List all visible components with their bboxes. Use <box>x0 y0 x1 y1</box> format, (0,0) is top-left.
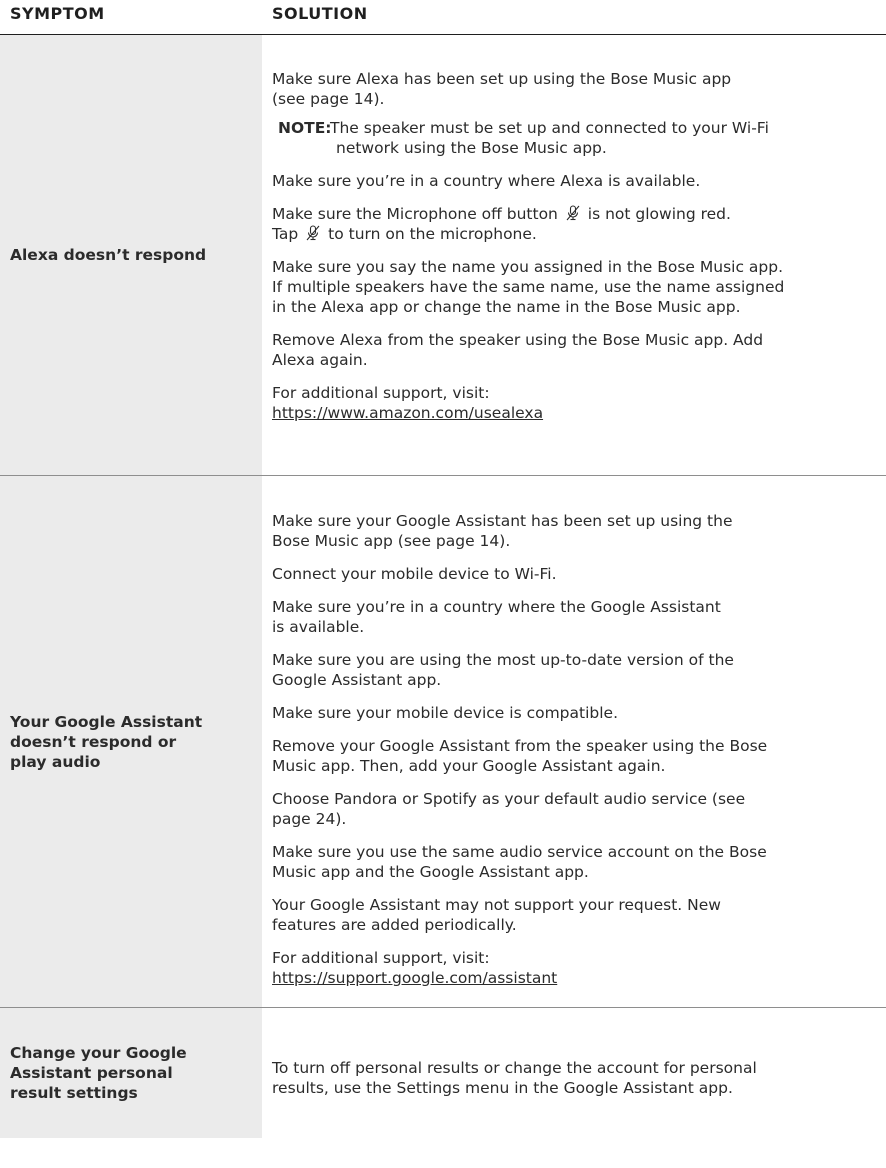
solution-item: Your Google Assistant may not support yo… <box>272 896 721 934</box>
solution-item: Make sure your Google Assistant has been… <box>272 512 733 550</box>
solution-item: For additional support, visit: https://s… <box>272 949 558 987</box>
table-row-alexa: Alexa doesn’t respond Make sure Alexa ha… <box>0 35 886 476</box>
solution-item: Remove your Google Assistant from the sp… <box>272 737 768 775</box>
note-text: The speaker must be set up and connected… <box>330 119 769 157</box>
table-header: SYMPTOM SOLUTION <box>0 0 886 35</box>
solution-item: Make sure Alexa has been set up using th… <box>272 70 732 108</box>
solution-cell: Make sure your Google Assistant has been… <box>262 476 886 1007</box>
symptom-column-header: SYMPTOM <box>10 4 105 23</box>
note-label: NOTE: <box>278 119 332 137</box>
symptom-cell: Alexa doesn’t respond <box>0 35 262 475</box>
solution-item: Remove Alexa from the speaker using the … <box>272 331 764 369</box>
solution-item: Make sure the Microphone off button is n… <box>272 205 731 243</box>
microphone-off-icon <box>566 205 580 221</box>
solution-item: Make sure you’re in a country where Alex… <box>272 172 701 190</box>
solution-item: To turn off personal results or change t… <box>272 1059 757 1097</box>
solution-item: Make sure you’re in a country where the … <box>272 598 721 636</box>
solution-item: Make sure you use the same audio service… <box>272 843 767 881</box>
symptom-cell: Change your Google Assistant personal re… <box>0 1008 262 1138</box>
symptom-text: Alexa doesn’t respond <box>10 246 207 264</box>
solution-item: Connect your mobile device to Wi-Fi. <box>272 565 557 583</box>
symptom-text: Your Google Assistant doesn’t respond or… <box>10 712 203 771</box>
symptom-text: Change your Google Assistant personal re… <box>10 1044 187 1102</box>
solution-item: Choose Pandora or Spotify as your defaul… <box>272 790 746 828</box>
symptom-cell: Your Google Assistant doesn’t respond or… <box>0 476 262 1007</box>
support-link-google[interactable]: https://support.google.com/assistant <box>272 969 557 987</box>
solution-item: For additional support, visit: https://w… <box>272 384 544 422</box>
solution-column-header: SOLUTION <box>272 4 368 23</box>
solution-cell: To turn off personal results or change t… <box>262 1008 886 1138</box>
solution-cell: Make sure Alexa has been set up using th… <box>262 35 886 475</box>
solution-item: Make sure you are using the most up-to-d… <box>272 651 734 689</box>
table-row-personal-results: Change your Google Assistant personal re… <box>0 1008 886 1138</box>
solution-item: Make sure you say the name you assigned … <box>272 258 785 316</box>
support-link-amazon[interactable]: https://www.amazon.com/usealexa <box>272 404 543 422</box>
note: NOTE: The speaker must be set up and con… <box>272 118 846 158</box>
solution-item: Make sure your mobile device is compatib… <box>272 704 619 722</box>
table-row-google-assistant: Your Google Assistant doesn’t respond or… <box>0 476 886 1008</box>
microphone-off-icon <box>306 225 320 241</box>
